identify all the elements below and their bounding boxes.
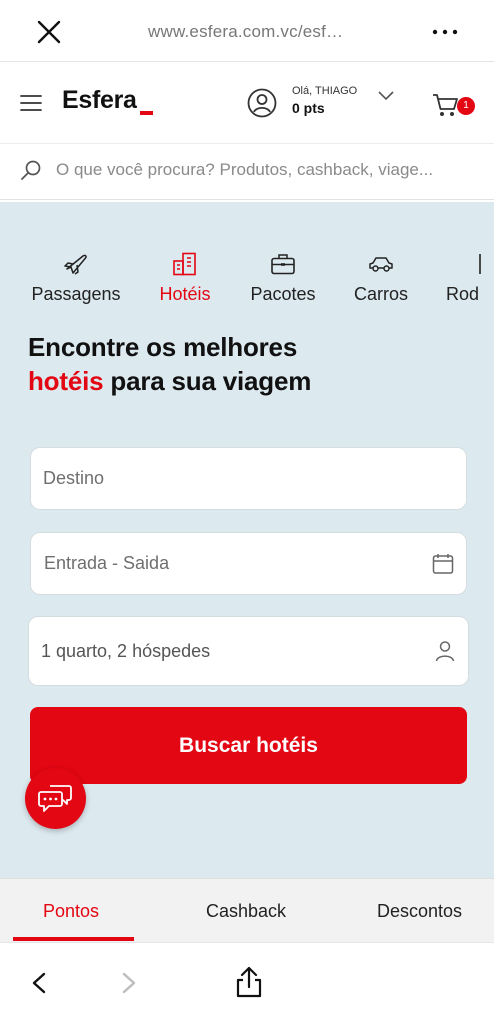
tab-cashback[interactable]: Cashback [206, 901, 286, 922]
logo-underscore [140, 111, 153, 115]
headline-rest: para sua viagem [103, 366, 312, 396]
tab-label: Rod [446, 284, 480, 304]
tab-label: Passagens [31, 284, 121, 304]
site-header: Esfera Olá, THIAGO 0 pts [0, 62, 494, 144]
tab-label: Carros [353, 284, 408, 304]
tab-hoteis[interactable]: Hotéis [155, 252, 215, 312]
browser-bar: www.esfera.com.vc/esf… [0, 0, 494, 62]
tab-passagens[interactable]: Passagens [30, 252, 122, 312]
browser-url[interactable]: www.esfera.com.vc/esf… [148, 22, 343, 42]
tab-label: Pacotes [250, 284, 316, 304]
person-icon[interactable] [433, 639, 457, 663]
hamburger-icon[interactable] [20, 94, 42, 112]
car-icon [369, 257, 393, 272]
hotel-icon [173, 252, 196, 276]
user-points[interactable]: 0 pts [292, 100, 325, 116]
suitcase-icon [271, 254, 295, 275]
headline-accent: hotéis [28, 366, 104, 396]
forward-icon[interactable] [118, 971, 140, 995]
booking-panel: Passagens Hotéis Pacotes Carros Rod Enco… [0, 202, 494, 878]
headline-line-1: Encontre os melhores [28, 332, 298, 362]
share-icon[interactable] [234, 965, 264, 999]
dates-input[interactable] [44, 533, 424, 594]
chat-icon [38, 785, 72, 812]
dates-field[interactable] [30, 532, 467, 595]
user-icon[interactable] [247, 88, 277, 118]
more-dots-icon[interactable] [430, 22, 460, 42]
tab-rodoviaria[interactable]: Rod [446, 252, 494, 312]
tab-carros[interactable]: Carros [350, 252, 412, 312]
plane-icon [64, 254, 87, 275]
chat-button[interactable] [25, 768, 86, 829]
search-input[interactable] [56, 154, 476, 186]
tab-pontos[interactable]: Pontos [43, 901, 99, 922]
page-title: Encontre os melhores hotéis para sua via… [28, 330, 311, 398]
tab-label: Hotéis [159, 284, 211, 304]
search-bar [0, 144, 494, 200]
calendar-icon[interactable] [431, 552, 455, 576]
destination-input[interactable] [43, 448, 423, 509]
browser-nav [0, 942, 494, 1024]
travel-tabs: Passagens Hotéis Pacotes Carros Rod [0, 252, 494, 312]
cart-icon[interactable] [432, 92, 460, 118]
search-hotels-button[interactable]: Buscar hotéis [30, 707, 467, 784]
logo[interactable]: Esfera [62, 86, 137, 115]
guests-input[interactable] [41, 617, 421, 685]
bottom-tabs: Pontos Cashback Descontos [0, 878, 494, 942]
cart-badge[interactable]: 1 [457, 97, 475, 115]
active-tab-indicator [13, 937, 134, 941]
tab-descontos[interactable]: Descontos [377, 901, 462, 922]
bus-icon [479, 254, 481, 274]
headline-line-2: hotéis para sua viagem [28, 364, 311, 398]
user-greeting[interactable]: Olá, THIAGO [292, 85, 357, 97]
chevron-down-icon[interactable] [377, 90, 395, 102]
back-icon[interactable] [28, 971, 50, 995]
destination-field[interactable] [30, 447, 467, 510]
search-icon [21, 160, 41, 180]
guests-field[interactable] [28, 616, 469, 686]
close-icon[interactable] [36, 19, 62, 45]
tab-pacotes[interactable]: Pacotes [248, 252, 318, 312]
